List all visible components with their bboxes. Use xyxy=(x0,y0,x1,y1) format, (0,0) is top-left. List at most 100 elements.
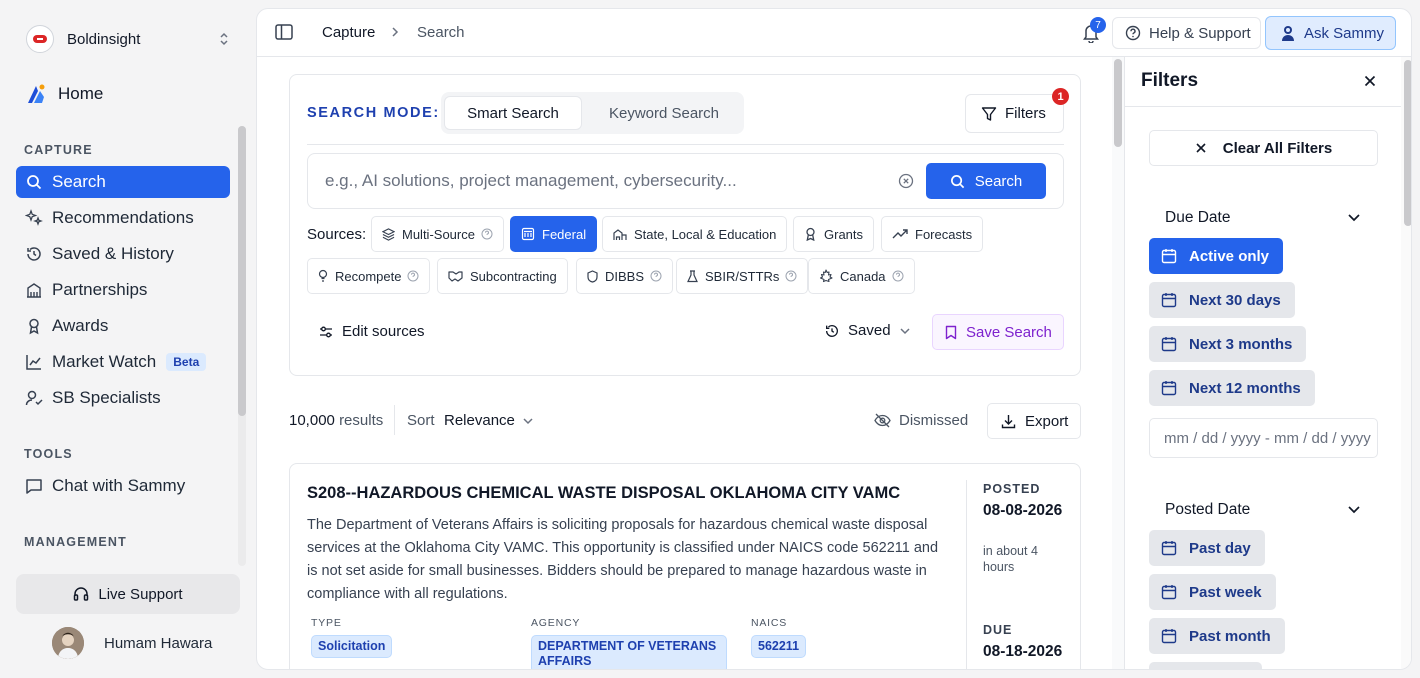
chevron-right-icon xyxy=(390,26,400,38)
help-circle-icon[interactable] xyxy=(481,228,493,240)
sidebar-toggle-icon[interactable] xyxy=(275,24,293,40)
due-date-section-label[interactable]: Due Date xyxy=(1165,209,1230,227)
user-menu[interactable]: Humam Hawara xyxy=(52,627,212,659)
sidebar-item-recommendations[interactable]: Recommendations xyxy=(16,202,230,234)
org-switcher[interactable]: Boldinsight xyxy=(16,20,240,58)
building-icon xyxy=(24,281,44,299)
search-button-label: Search xyxy=(974,172,1023,190)
avatar xyxy=(52,627,84,659)
source-chip-label: State, Local & Education xyxy=(634,226,777,242)
sidebar-item-saved-history[interactable]: Saved & History xyxy=(16,238,230,270)
sidebar-item-label: Partnerships xyxy=(52,280,148,299)
section-label-capture: CAPTURE xyxy=(24,143,93,157)
source-chip-grants[interactable]: Grants xyxy=(793,216,875,252)
source-chip-label: Multi-Source xyxy=(402,226,475,242)
source-chip-sbir-sttrs[interactable]: SBIR/STTRs xyxy=(676,258,809,294)
sidebar-item-sb-specialists[interactable]: SB Specialists xyxy=(16,382,230,414)
source-chip-multi-source[interactable]: Multi-Source xyxy=(371,216,504,252)
filters-count-badge: 1 xyxy=(1052,88,1069,105)
source-chip-forecasts[interactable]: Forecasts xyxy=(881,216,984,252)
divider xyxy=(966,480,967,669)
filter-option-past-week[interactable]: Past week xyxy=(1149,574,1276,610)
help-support-label: Help & Support xyxy=(1149,24,1251,42)
export-button[interactable]: Export xyxy=(987,403,1081,439)
sidebar-item-label: Search xyxy=(52,172,106,191)
divider xyxy=(1125,106,1401,107)
beta-badge: Beta xyxy=(166,353,207,371)
sidebar-scrollbar[interactable] xyxy=(238,126,246,416)
source-chip-label: Forecasts xyxy=(915,226,973,242)
filters-button[interactable]: Filters xyxy=(965,94,1064,133)
flask-icon xyxy=(687,269,698,283)
layers-icon xyxy=(382,227,395,241)
posted-label: POSTED xyxy=(983,482,1041,496)
history-icon xyxy=(824,323,840,339)
chevron-down-icon[interactable] xyxy=(1347,213,1361,222)
help-circle-icon[interactable] xyxy=(785,270,797,282)
clear-search-icon[interactable] xyxy=(898,173,914,189)
tab-smart-search[interactable]: Smart Search xyxy=(444,96,582,130)
close-icon[interactable] xyxy=(1363,74,1377,88)
date-range-input[interactable]: mm / dd / yyyy - mm / dd / yyyy xyxy=(1149,418,1378,458)
source-chip-federal[interactable]: Federal xyxy=(510,216,598,252)
breadcrumb-capture[interactable]: Capture xyxy=(322,24,375,41)
saved-dropdown[interactable]: Saved xyxy=(824,322,911,339)
edit-sources-button[interactable]: Edit sources xyxy=(319,323,425,340)
ask-sammy-button[interactable]: Ask Sammy xyxy=(1265,16,1396,50)
search-icon xyxy=(24,174,44,190)
source-chip-state-local-education[interactable]: State, Local & Education xyxy=(602,216,788,252)
clear-all-filters-button[interactable]: Clear All Filters xyxy=(1149,130,1378,166)
sort-dropdown[interactable]: Relevance xyxy=(444,412,534,429)
divider xyxy=(394,405,395,435)
help-circle-icon[interactable] xyxy=(407,270,419,282)
sidebar-item-chat-with-sammy[interactable]: Chat with Sammy xyxy=(16,470,230,502)
filter-option-next-3-months[interactable]: Next 3 months xyxy=(1149,326,1307,362)
filter-option-past-month[interactable]: Past month xyxy=(1149,618,1285,654)
filter-option-label: Active only xyxy=(1189,247,1270,265)
sidebar-item-partnerships[interactable]: Partnerships xyxy=(16,274,230,306)
filters-label: Filters xyxy=(1005,105,1046,122)
sidebar-item-label: Chat with Sammy xyxy=(52,476,186,495)
sidebar-item-awards[interactable]: Awards xyxy=(16,310,230,342)
help-support-button[interactable]: Help & Support xyxy=(1112,17,1261,49)
history-icon xyxy=(24,245,44,263)
source-chip-dibbs[interactable]: DIBBS xyxy=(576,258,674,294)
sidebar-item-label: Recommendations xyxy=(52,208,194,227)
help-circle-icon[interactable] xyxy=(892,270,904,282)
source-chip-recompete[interactable]: Recompete xyxy=(307,258,431,294)
filters-panel: Filters Clear All Filters Due Date Activ… xyxy=(1124,57,1411,669)
sidebar: Boldinsight Home CAPTURE Search Recommen… xyxy=(0,0,256,678)
save-search-button[interactable]: Save Search xyxy=(932,314,1064,350)
agency-tag: DEPARTMENT OF VETERANS AFFAIRS xyxy=(531,635,727,669)
filter-option-label: Past week xyxy=(1189,583,1262,601)
result-title[interactable]: S208--HAZARDOUS CHEMICAL WASTE DISPOSAL … xyxy=(307,484,900,503)
sidebar-item-market-watch[interactable]: Market Watch Beta xyxy=(16,346,230,378)
filter-option-active-only[interactable]: Active only xyxy=(1149,238,1284,274)
search-button[interactable]: Search xyxy=(926,163,1046,199)
source-chip-subcontracting[interactable]: Subcontracting xyxy=(437,258,568,294)
live-support-button[interactable]: Live Support xyxy=(16,574,240,614)
filter-option-past-day[interactable]: Past day xyxy=(1149,530,1265,566)
trending-up-icon xyxy=(892,228,908,240)
dismissed-toggle[interactable]: Dismissed xyxy=(874,412,968,429)
source-chip-label: DIBBS xyxy=(605,268,645,284)
filter-option-next-12-months[interactable]: Next 12 months xyxy=(1149,370,1315,406)
filter-option-next-30-days[interactable]: Next 30 days xyxy=(1149,282,1295,318)
save-search-label: Save Search xyxy=(966,323,1052,341)
help-circle-icon[interactable] xyxy=(650,270,662,282)
filter-option-next[interactable] xyxy=(1149,662,1262,669)
section-label-management: MANAGEMENT xyxy=(24,535,127,549)
search-input[interactable] xyxy=(309,155,894,207)
posted-date-section-label[interactable]: Posted Date xyxy=(1165,501,1250,519)
chevron-down-icon[interactable] xyxy=(1347,505,1361,514)
main-scrollbar[interactable] xyxy=(1114,59,1122,147)
source-chip-canada[interactable]: Canada xyxy=(808,258,915,294)
result-card[interactable]: S208--HAZARDOUS CHEMICAL WASTE DISPOSAL … xyxy=(289,463,1081,669)
federal-building-icon xyxy=(521,227,535,241)
filters-scrollbar[interactable] xyxy=(1404,60,1411,226)
close-icon xyxy=(1195,142,1207,154)
nav-home[interactable]: Home xyxy=(16,78,230,110)
tab-keyword-search[interactable]: Keyword Search xyxy=(591,96,737,130)
sidebar-item-search[interactable]: Search xyxy=(16,166,230,198)
search-mode-label: SEARCH MODE: xyxy=(307,105,440,121)
